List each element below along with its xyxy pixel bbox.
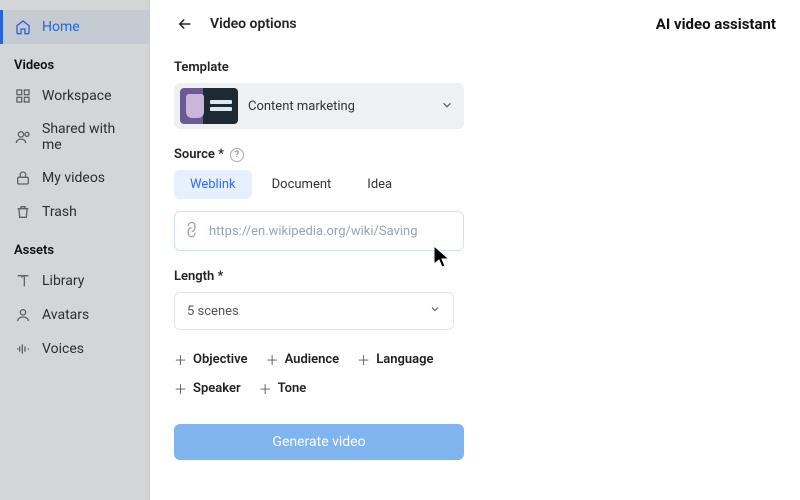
sidebar-item-label: Shared with me — [42, 121, 135, 153]
sidebar: Home Videos Workspace Shared with me My … — [0, 0, 150, 500]
sidebar-item-library[interactable]: Library — [0, 264, 149, 298]
weblink-input-wrap — [174, 211, 464, 251]
plus-icon: ＋ — [266, 350, 279, 369]
back-button[interactable] — [174, 13, 196, 35]
sidebar-item-label: Home — [42, 19, 80, 35]
tab-document[interactable]: Document — [256, 170, 348, 199]
sidebar-item-shared[interactable]: Shared with me — [0, 113, 149, 161]
length-field: Length * 5 scenes — [174, 269, 474, 330]
template-label: Template — [174, 60, 474, 75]
generate-video-button[interactable]: Generate video — [174, 424, 464, 460]
main-panel: Video options AI video assistant Templat… — [150, 0, 800, 500]
length-select[interactable]: 5 scenes — [174, 292, 454, 330]
sidebar-item-myvideos[interactable]: My videos — [0, 161, 149, 195]
weblink-input[interactable] — [209, 224, 453, 239]
length-label: Length * — [174, 269, 474, 284]
sidebar-item-trash[interactable]: Trash — [0, 195, 149, 229]
help-icon[interactable]: ? — [230, 148, 244, 162]
arrow-left-icon — [176, 15, 194, 33]
sidebar-section-videos: Videos — [0, 44, 149, 79]
chip-audience[interactable]: ＋Audience — [266, 350, 340, 369]
book-icon — [14, 272, 32, 290]
option-chips: ＋Objective ＋Audience ＋Language ＋Speaker … — [174, 350, 474, 398]
link-icon — [180, 218, 205, 243]
chip-speaker[interactable]: ＋Speaker — [174, 379, 241, 398]
plus-icon: ＋ — [357, 350, 370, 369]
topbar: Video options AI video assistant — [174, 0, 776, 48]
form: Template Content marketing Source * ? We… — [174, 48, 474, 460]
sidebar-item-label: Library — [42, 273, 84, 289]
sidebar-item-label: My videos — [42, 170, 105, 186]
tab-idea[interactable]: Idea — [351, 170, 408, 199]
length-value: 5 scenes — [187, 304, 429, 319]
plus-icon: ＋ — [174, 350, 187, 369]
chip-objective[interactable]: ＋Objective — [174, 350, 248, 369]
source-field: Source * ? Weblink Document Idea — [174, 147, 474, 251]
users-icon — [14, 128, 32, 146]
sidebar-item-home[interactable]: Home — [0, 10, 149, 44]
sidebar-item-label: Avatars — [42, 307, 89, 323]
sidebar-item-label: Voices — [42, 341, 84, 357]
template-name: Content marketing — [248, 99, 430, 114]
sidebar-item-label: Trash — [42, 204, 77, 220]
sidebar-section-assets: Assets — [0, 229, 149, 264]
home-icon — [14, 18, 32, 36]
chip-language[interactable]: ＋Language — [357, 350, 433, 369]
chip-tone[interactable]: ＋Tone — [259, 379, 307, 398]
template-thumbnail — [180, 88, 238, 124]
chevron-down-icon — [440, 97, 454, 116]
sidebar-item-workspace[interactable]: Workspace — [0, 79, 149, 113]
source-tabs: Weblink Document Idea — [174, 170, 474, 199]
trash-icon — [14, 203, 32, 221]
template-selector[interactable]: Content marketing — [174, 83, 464, 129]
sidebar-item-avatars[interactable]: Avatars — [0, 298, 149, 332]
plus-icon: ＋ — [259, 379, 272, 398]
sidebar-item-voices[interactable]: Voices — [0, 332, 149, 366]
chevron-down-icon — [429, 303, 441, 319]
lock-icon — [14, 169, 32, 187]
wave-icon — [14, 340, 32, 358]
tab-weblink[interactable]: Weblink — [174, 170, 252, 199]
user-icon — [14, 306, 32, 324]
sidebar-item-label: Workspace — [42, 88, 112, 104]
template-field: Template Content marketing — [174, 60, 474, 129]
page-title: Video options — [210, 16, 297, 32]
source-label: Source * ? — [174, 147, 474, 162]
grid-icon — [14, 87, 32, 105]
assistant-label: AI video assistant — [656, 15, 776, 33]
plus-icon: ＋ — [174, 379, 187, 398]
